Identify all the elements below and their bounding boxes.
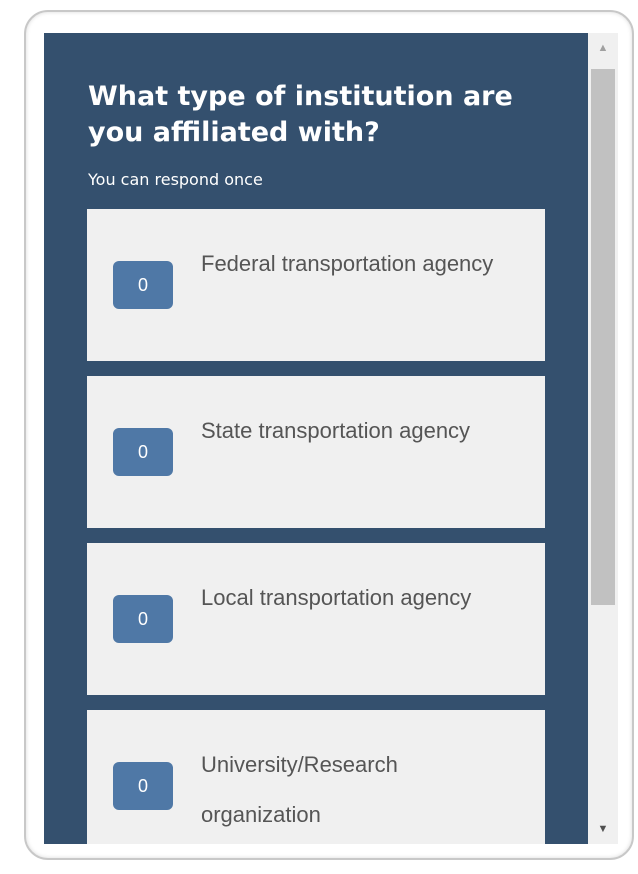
poll-subtitle: You can respond once (88, 170, 263, 189)
scroll-up-arrow-icon[interactable]: ▲ (588, 33, 618, 63)
poll-question: What type of institution are you affilia… (88, 81, 513, 148)
option-label: University/Research organization (201, 752, 398, 827)
poll-option-federal[interactable]: 0 Federal transportation agency (87, 209, 545, 361)
option-label: State transportation agency (201, 418, 471, 443)
vote-count-badge: 0 (113, 428, 173, 476)
vote-count-badge: 0 (113, 261, 173, 309)
scroll-down-arrow-icon[interactable]: ▼ (588, 814, 618, 844)
vote-count-badge: 0 (113, 595, 173, 643)
poll-options: 0 Federal transportation agency 0 State … (87, 209, 545, 844)
scrollbar-thumb[interactable] (591, 69, 615, 605)
vote-count-badge: 0 (113, 762, 173, 810)
poll-option-university[interactable]: 0 University/Research organization (87, 710, 545, 844)
poll-panel: What type of institution are you affilia… (44, 33, 588, 844)
option-label: Local transportation agency (201, 585, 472, 610)
vertical-scrollbar[interactable]: ▲ ▼ (588, 33, 618, 844)
poll-option-local[interactable]: 0 Local transportation agency (87, 543, 545, 695)
option-label: Federal transportation agency (201, 251, 494, 276)
poll-option-state[interactable]: 0 State transportation agency (87, 376, 545, 528)
